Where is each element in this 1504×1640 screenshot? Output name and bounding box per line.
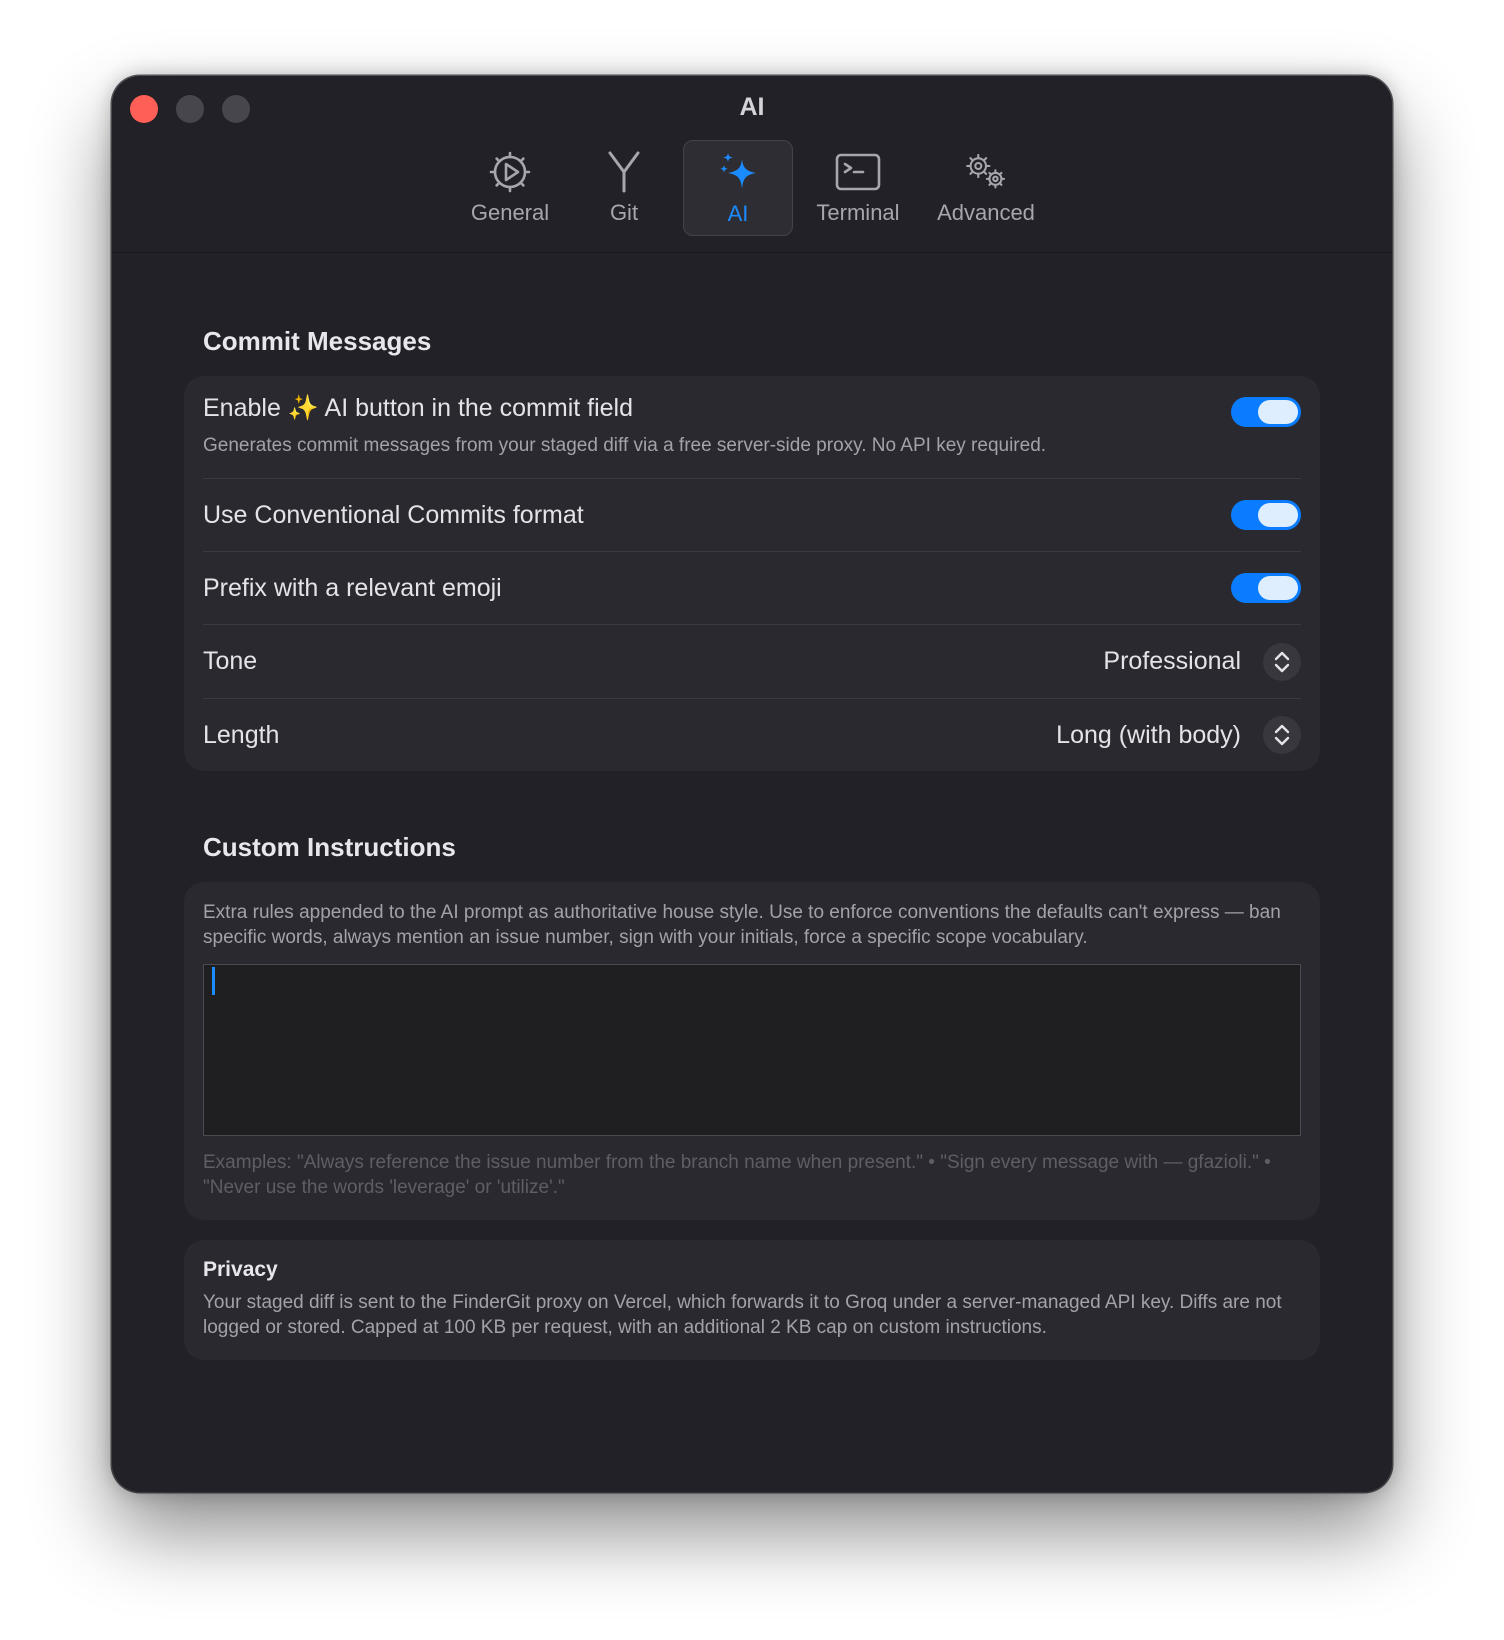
- enable-ai-label-prefix: Enable: [203, 394, 281, 422]
- conventional-commits-row: Use Conventional Commits format: [203, 479, 1301, 552]
- tab-label: General: [470, 200, 550, 225]
- length-label: Length: [203, 720, 280, 749]
- enable-ai-row: Enable ✨ AI button in the commit field G…: [203, 376, 1301, 479]
- chevron-up-down-icon[interactable]: [1263, 642, 1301, 681]
- settings-window: AI General Git AI Terminal Advanced Comm…: [112, 76, 1392, 1492]
- enable-ai-label: Enable ✨ AI button in the commit field: [203, 394, 1046, 423]
- commit-messages-card: Enable ✨ AI button in the commit field G…: [184, 376, 1320, 771]
- length-row: Length Long (with body): [203, 699, 1301, 771]
- section-title-commit-messages: Commit Messages: [203, 326, 432, 356]
- enable-ai-toggle[interactable]: [1231, 397, 1301, 427]
- conventional-commits-label: Use Conventional Commits format: [203, 500, 584, 529]
- titlebar: AI General Git AI Terminal Advanced: [112, 76, 1392, 253]
- tab-label: AI: [727, 201, 749, 226]
- tone-label: Tone: [203, 647, 258, 675]
- sparkles-emoji-icon: ✨: [287, 394, 319, 422]
- tab-advanced[interactable]: Advanced: [923, 140, 1049, 236]
- tab-git[interactable]: Git: [569, 140, 679, 236]
- toggle-knob: [1258, 400, 1298, 424]
- conventional-commits-toggle[interactable]: [1231, 500, 1301, 530]
- toggle-knob: [1258, 576, 1298, 600]
- settings-content: Commit Messages Enable ✨ AI button in th…: [184, 253, 1320, 1492]
- gears-icon: [966, 153, 1006, 189]
- emoji-prefix-toggle[interactable]: [1231, 573, 1301, 603]
- text-caret: [212, 967, 215, 995]
- custom-instructions-examples: Examples: "Always reference the issue nu…: [203, 1152, 1271, 1198]
- toggle-knob: [1258, 503, 1298, 527]
- length-select[interactable]: Long (with body): [1056, 716, 1301, 754]
- tab-ai[interactable]: AI: [683, 140, 793, 236]
- enable-ai-description: Generates commit messages from your stag…: [203, 435, 1047, 456]
- tone-value: Professional: [1103, 647, 1241, 675]
- tone-select[interactable]: Professional: [1103, 642, 1301, 681]
- terminal-icon: [835, 153, 881, 191]
- emoji-prefix-label: Prefix with a relevant emoji: [203, 573, 502, 602]
- custom-instructions-card: Extra rules appended to the AI prompt as…: [184, 882, 1320, 1220]
- length-value: Long (with body): [1056, 720, 1241, 749]
- custom-instructions-textarea[interactable]: [203, 964, 1301, 1136]
- chevron-up-down-icon[interactable]: [1263, 716, 1301, 754]
- tab-terminal[interactable]: Terminal: [797, 140, 919, 236]
- enable-ai-label-suffix: AI button in the commit field: [324, 394, 634, 422]
- enable-ai-text: Enable ✨ AI button in the commit field G…: [203, 394, 1046, 457]
- branch-icon: [608, 151, 640, 193]
- tab-general[interactable]: General: [455, 140, 565, 236]
- privacy-text: Your staged diff is sent to the FinderGi…: [203, 1292, 1282, 1338]
- emoji-prefix-row: Prefix with a relevant emoji: [203, 552, 1301, 625]
- privacy-title: Privacy: [203, 1258, 278, 1281]
- tab-label: Git: [609, 200, 639, 225]
- custom-instructions-help: Extra rules appended to the AI prompt as…: [203, 902, 1281, 948]
- tab-label: Terminal: [816, 200, 900, 225]
- tab-label: Advanced: [937, 200, 1035, 225]
- privacy-card: Privacy Your staged diff is sent to the …: [184, 1240, 1320, 1360]
- window-title: AI: [739, 93, 765, 121]
- section-title-custom-instructions: Custom Instructions: [203, 832, 456, 862]
- tone-row: Tone Professional: [203, 625, 1301, 699]
- sparkles-icon: [720, 153, 756, 189]
- gear-play-icon: [489, 151, 531, 193]
- preferences-tabs: General Git AI Terminal Advanced: [112, 140, 1392, 236]
